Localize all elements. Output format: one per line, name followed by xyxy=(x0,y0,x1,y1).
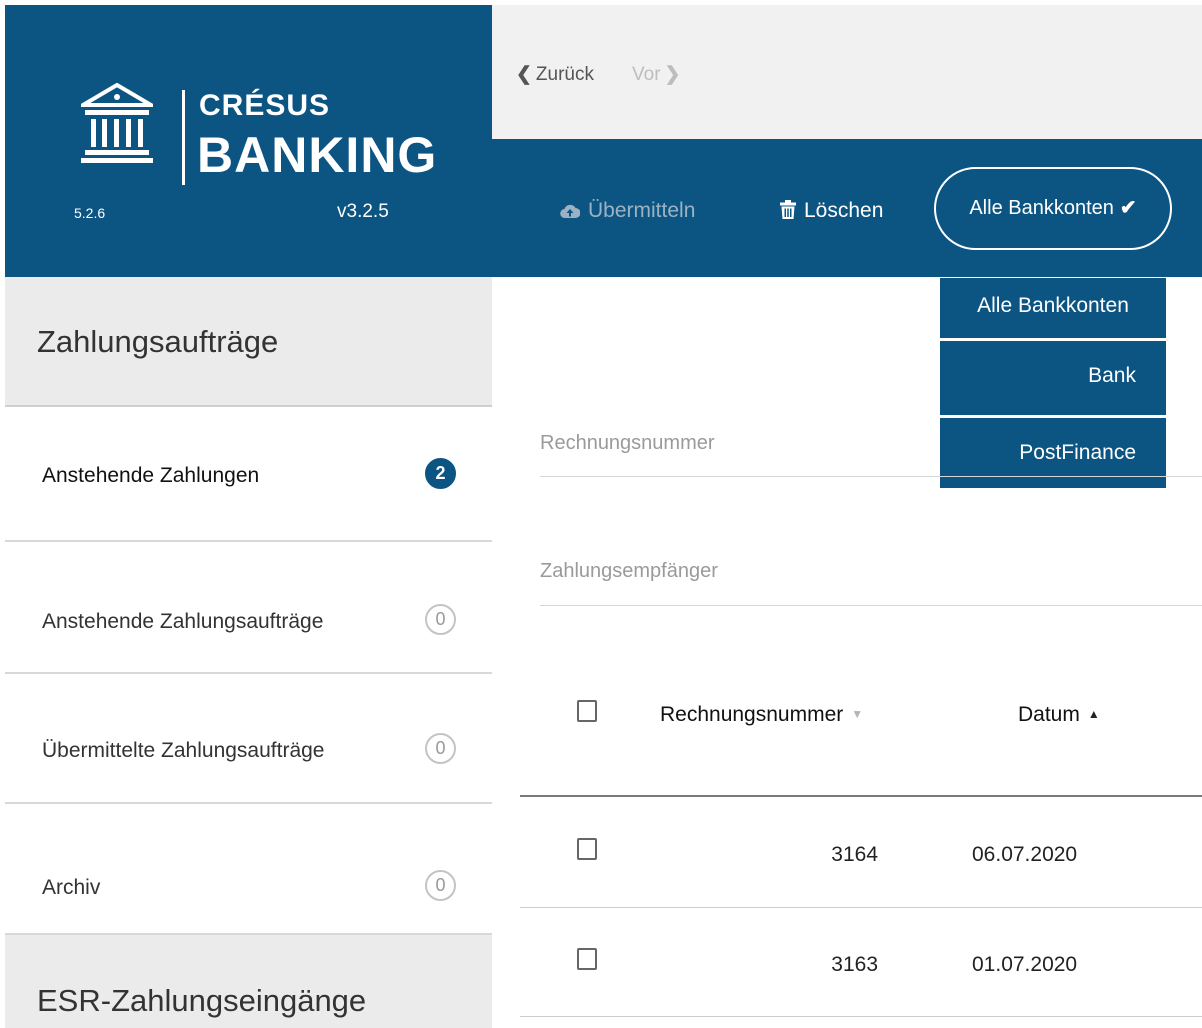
select-all-checkbox[interactable] xyxy=(577,700,597,722)
row-checkbox[interactable] xyxy=(577,948,597,970)
sidebar-item-label: Übermittelte Zahlungsaufträge xyxy=(42,739,325,762)
sidebar-section-payments[interactable]: Zahlungsaufträge xyxy=(5,277,492,407)
delete-label: Löschen xyxy=(804,199,884,222)
section-title: ESR-Zahlungseingänge xyxy=(37,983,367,1018)
menu-item-all-accounts[interactable]: Alle Bankkonten xyxy=(940,278,1166,338)
menu-item-bank[interactable]: Bank xyxy=(940,341,1166,415)
account-select-value: Alle Bankkonten xyxy=(969,197,1114,219)
back-label: Zurück xyxy=(535,64,594,85)
cloud-upload-icon xyxy=(560,204,580,219)
brand-bottom: BANKING xyxy=(197,127,438,183)
transmit-button[interactable]: Übermitteln xyxy=(560,199,695,223)
toolbar: Übermitteln Löschen Alle Bankkonten ✔ xyxy=(492,139,1202,277)
bank-building-icon xyxy=(81,83,153,163)
count-badge: 2 xyxy=(425,458,456,489)
row-divider xyxy=(520,1016,1202,1017)
invoice-number-filter xyxy=(540,410,1202,477)
chevron-down-icon: ✔ xyxy=(1119,197,1137,219)
sort-up-icon: ▲ xyxy=(1087,707,1100,721)
sidebar-item-transmitted-orders[interactable]: Übermittelte Zahlungsaufträge 0 xyxy=(5,674,492,804)
chevron-right-icon: ❯ xyxy=(664,64,681,85)
row-checkbox[interactable] xyxy=(577,838,597,860)
column-header-invoice[interactable]: Rechnungsnummer ▼ xyxy=(660,703,863,727)
sidebar: Zahlungsaufträge Anstehende Zahlungen 2 … xyxy=(5,277,492,1028)
row-divider xyxy=(520,907,1202,908)
section-title: Zahlungsaufträge xyxy=(37,324,279,359)
back-button[interactable]: ❮ Zurück xyxy=(512,63,594,86)
sidebar-item-pending-orders[interactable]: Anstehende Zahlungsaufträge 0 xyxy=(5,542,492,674)
date-cell: 06.07.2020 xyxy=(972,843,1078,866)
transmit-label: Übermitteln xyxy=(588,199,696,222)
column-header-date[interactable]: Datum ▲ xyxy=(1018,703,1100,727)
logo-block: CRÉSUS BANKING 5.2.6 v3.2.5 xyxy=(5,5,492,277)
account-select[interactable]: Alle Bankkonten ✔ xyxy=(934,167,1172,250)
sidebar-section-esr[interactable]: ESR-Zahlungseingänge xyxy=(5,935,492,1028)
invoice-number-cell: 3164 xyxy=(831,843,878,866)
chevron-left-icon: ❮ xyxy=(516,64,532,85)
logo-divider xyxy=(182,90,185,185)
recipient-filter xyxy=(540,538,1202,606)
module-version: v3.2.5 xyxy=(337,201,389,222)
sidebar-item-label: Anstehende Zahlungen xyxy=(42,464,260,487)
forward-label: Vor xyxy=(632,64,661,85)
column-header-label: Rechnungsnummer xyxy=(660,703,844,726)
trash-icon xyxy=(780,200,796,219)
sidebar-item-pending-payments[interactable]: Anstehende Zahlungen 2 xyxy=(5,409,492,542)
navigation-bar: ❮ Zurück Vor ❯ xyxy=(492,5,1202,139)
sort-down-icon: ▼ xyxy=(851,707,864,721)
count-badge: 0 xyxy=(425,870,456,901)
invoice-number-cell: 3163 xyxy=(831,953,878,976)
sidebar-item-label: Archiv xyxy=(42,876,101,899)
column-header-label: Datum xyxy=(1018,703,1080,726)
sidebar-item-label: Anstehende Zahlungsaufträge xyxy=(42,610,324,633)
sidebar-item-archive[interactable]: Archiv 0 xyxy=(5,804,492,935)
delete-button[interactable]: Löschen xyxy=(780,199,883,223)
invoice-number-input[interactable] xyxy=(540,410,1202,476)
recipient-input[interactable] xyxy=(540,538,1202,605)
forward-button[interactable]: Vor ❯ xyxy=(632,63,684,86)
date-cell: 01.07.2020 xyxy=(972,953,1078,976)
app-version: 5.2.6 xyxy=(74,205,106,221)
table-header-divider xyxy=(520,795,1202,797)
count-badge: 0 xyxy=(425,604,456,635)
count-badge: 0 xyxy=(425,733,456,764)
brand-top: CRÉSUS xyxy=(199,89,331,122)
